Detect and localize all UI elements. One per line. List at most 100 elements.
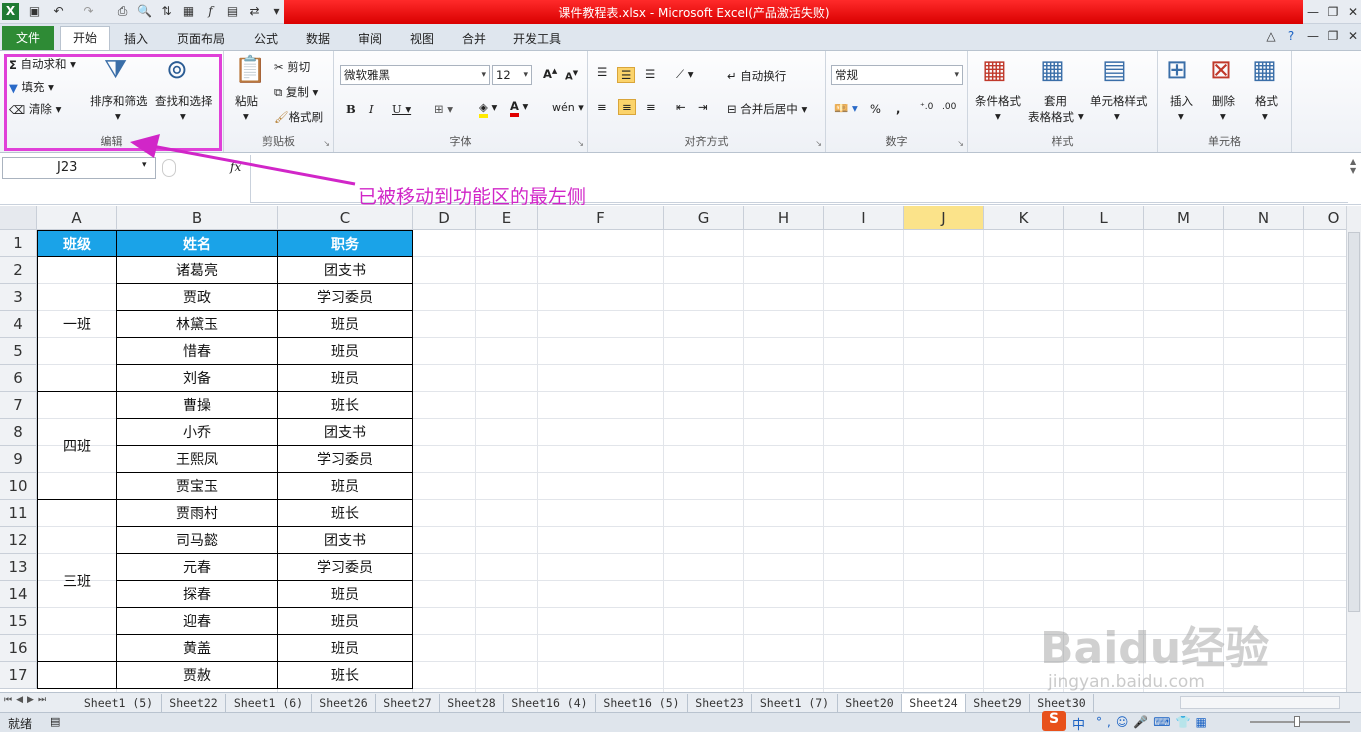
row-header-10[interactable]: 10 xyxy=(0,473,37,500)
font-size-select[interactable]: 12 xyxy=(492,65,532,85)
doc-restore-icon[interactable]: ❐ xyxy=(1324,28,1342,44)
name-cell[interactable]: 曹操 xyxy=(117,392,278,419)
merge-center-button[interactable]: ⊟ 合并后居中 ▾ xyxy=(727,101,807,117)
cell-styles-button[interactable]: 单元格样式 xyxy=(1090,93,1148,109)
name-cell[interactable]: 贾赦 xyxy=(117,662,278,689)
tab-formulas[interactable]: 公式 xyxy=(246,28,286,50)
column-header-f[interactable]: F xyxy=(538,206,664,230)
role-cell[interactable]: 团支书 xyxy=(278,419,413,446)
function-icon[interactable]: f xyxy=(202,3,219,20)
delete-cells-button[interactable]: 删除 xyxy=(1212,93,1235,109)
fx-icon[interactable]: fx xyxy=(230,160,241,174)
row-header-16[interactable]: 16 xyxy=(0,635,37,662)
orientation-icon[interactable]: ⟋ ▾ xyxy=(676,67,693,82)
name-cell[interactable]: 刘备 xyxy=(117,365,278,392)
decrease-decimal-icon[interactable]: .00 xyxy=(942,102,956,112)
role-cell[interactable]: 班员 xyxy=(278,635,413,662)
paste-dropdown-icon[interactable]: ▾ xyxy=(243,109,249,123)
insert-cells-dropdown-icon[interactable]: ▾ xyxy=(1178,109,1184,123)
doc-minimize-icon[interactable]: — xyxy=(1304,28,1322,44)
print-icon[interactable]: ⎙ xyxy=(114,3,131,20)
fill-color-icon[interactable]: ◈ ▾ xyxy=(479,100,497,118)
redo-icon[interactable]: ↷ xyxy=(80,3,97,20)
row-header-8[interactable]: 8 xyxy=(0,419,37,446)
sheet-tab[interactable]: Sheet28 xyxy=(440,694,504,712)
border-icon[interactable]: ⊞ ▾ xyxy=(434,102,453,116)
sheet-tab[interactable]: Sheet29 xyxy=(966,694,1030,712)
macro-record-icon[interactable]: ▤ xyxy=(50,715,60,728)
class-cell[interactable]: 一班 xyxy=(37,257,117,392)
print-preview-icon[interactable]: 🔍 xyxy=(136,3,153,20)
name-box[interactable]: J23 xyxy=(2,157,156,179)
role-cell[interactable]: 学习委员 xyxy=(278,554,413,581)
ime-mode[interactable]: 中 xyxy=(1072,714,1085,733)
sheet-tab[interactable]: Sheet1 (7) xyxy=(752,694,838,712)
restore-icon[interactable]: ❐ xyxy=(1324,4,1342,20)
format-painter-button[interactable]: 🖌格式刷 xyxy=(274,109,323,125)
name-cell[interactable]: 贾宝玉 xyxy=(117,473,278,500)
sheet-tab[interactable]: Sheet30 xyxy=(1030,694,1094,712)
sogou-ime-icon[interactable]: S xyxy=(1042,711,1066,731)
role-cell[interactable]: 班长 xyxy=(278,662,413,689)
align-center-icon[interactable]: ≡ xyxy=(618,99,636,115)
column-header-b[interactable]: B xyxy=(117,206,278,230)
column-header-l[interactable]: L xyxy=(1064,206,1144,230)
help-icon[interactable]: ? xyxy=(1282,28,1300,44)
sheet-tab[interactable]: Sheet26 xyxy=(312,694,376,712)
column-header-i[interactable]: I xyxy=(824,206,904,230)
increase-decimal-icon[interactable]: ⁺.0 xyxy=(920,102,933,112)
role-cell[interactable]: 学习委员 xyxy=(278,284,413,311)
number-launcher-icon[interactable]: ↘ xyxy=(957,139,964,148)
row-header-9[interactable]: 9 xyxy=(0,446,37,473)
role-cell[interactable]: 班员 xyxy=(278,311,413,338)
align-left-icon[interactable]: ≡ xyxy=(597,100,607,114)
row-header-6[interactable]: 6 xyxy=(0,365,37,392)
grow-font-icon[interactable]: A▲ xyxy=(543,67,557,81)
shrink-font-icon[interactable]: A▼ xyxy=(565,69,578,82)
customize-toolbar-icon[interactable]: ▾ xyxy=(268,3,285,20)
save-icon[interactable]: ▣ xyxy=(26,3,43,20)
role-cell[interactable]: 团支书 xyxy=(278,527,413,554)
row-header-17[interactable]: 17 xyxy=(0,662,37,689)
sort-icon[interactable]: ⇅ xyxy=(158,3,175,20)
vertical-scroll-thumb[interactable] xyxy=(1348,232,1360,612)
increase-indent-icon[interactable]: ⇥ xyxy=(698,100,708,114)
tab-view[interactable]: 视图 xyxy=(402,28,442,50)
role-cell[interactable]: 班员 xyxy=(278,365,413,392)
row-header-5[interactable]: 5 xyxy=(0,338,37,365)
collapse-ribbon-icon[interactable]: △ xyxy=(1262,28,1280,44)
align-right-icon[interactable]: ≡ xyxy=(646,100,656,114)
column-header-j[interactable]: J xyxy=(904,206,984,230)
font-name-select[interactable]: 微软雅黑 xyxy=(340,65,490,85)
role-cell[interactable]: 班员 xyxy=(278,581,413,608)
align-middle-icon[interactable]: ☰ xyxy=(617,67,636,83)
delete-cells-dropdown-icon[interactable]: ▾ xyxy=(1220,109,1226,123)
formula-expand-icon[interactable]: ▲ ▼ xyxy=(1350,157,1356,175)
tab-developer[interactable]: 开发工具 xyxy=(506,28,568,50)
copy-button[interactable]: ⧉ 复制 ▾ xyxy=(274,84,318,100)
name-cell[interactable]: 司马懿 xyxy=(117,527,278,554)
class-cell[interactable]: 三班 xyxy=(37,500,117,662)
phonetic-icon[interactable]: wén ▾ xyxy=(552,101,584,114)
table-header-cell[interactable]: 职务 xyxy=(278,230,413,257)
align-bottom-icon[interactable]: ☰ xyxy=(645,67,655,81)
row-header-4[interactable]: 4 xyxy=(0,311,37,338)
ime-toolbar-icons[interactable]: °,☺🎤⌨👕▦ xyxy=(1096,715,1212,729)
column-header-g[interactable]: G xyxy=(664,206,744,230)
sheet-tab[interactable]: Sheet22 xyxy=(162,694,226,712)
row-header-11[interactable]: 11 xyxy=(0,500,37,527)
table-format-dropdown-icon[interactable]: ▾ xyxy=(1078,109,1084,123)
number-format-select[interactable]: 常规 xyxy=(831,65,963,85)
column-header-m[interactable]: M xyxy=(1144,206,1224,230)
name-cell[interactable]: 贾雨村 xyxy=(117,500,278,527)
vertical-scrollbar[interactable] xyxy=(1346,206,1361,692)
role-cell[interactable]: 团支书 xyxy=(278,257,413,284)
role-cell[interactable]: 班员 xyxy=(278,338,413,365)
name-cell[interactable]: 林黛玉 xyxy=(117,311,278,338)
sheet-tab[interactable]: Sheet1 (5) xyxy=(76,694,162,712)
table-header-cell[interactable]: 姓名 xyxy=(117,230,278,257)
table-format-button[interactable]: 套用 xyxy=(1044,93,1067,109)
format-cells-dropdown-icon[interactable]: ▾ xyxy=(1262,109,1268,123)
role-cell[interactable]: 班员 xyxy=(278,473,413,500)
column-header-d[interactable]: D xyxy=(413,206,476,230)
